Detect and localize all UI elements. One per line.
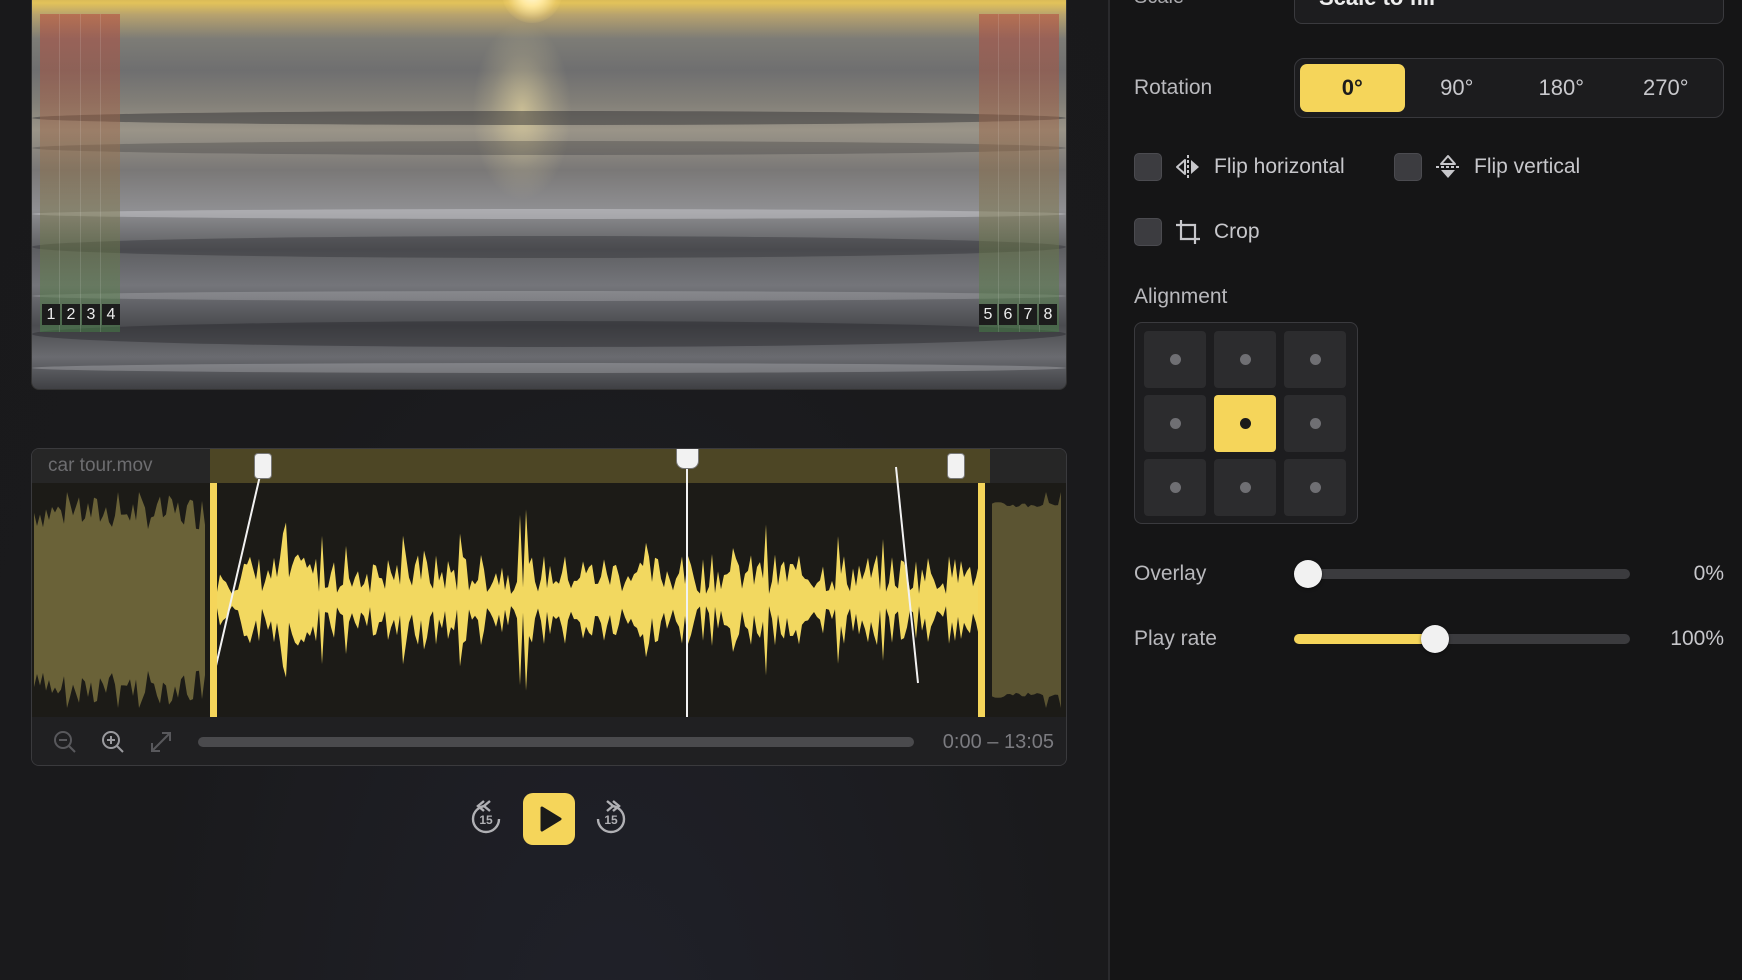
playhead-handle[interactable] [676,449,699,469]
crop-label: Crop [1214,220,1260,243]
overlay-slider[interactable] [1294,560,1630,588]
rotation-option-90[interactable]: 90° [1405,64,1510,112]
zone-number: 8 [1039,304,1057,325]
skip-back-button[interactable]: 15 [464,797,508,841]
wave [32,141,1066,155]
zone-number: 5 [979,304,997,325]
inspector-pane: Scale Scale to fill Rotation 0° 90° 180°… [1110,0,1742,980]
align-center[interactable] [1214,395,1276,452]
trim-end-bar[interactable] [978,483,985,717]
play-rate-slider-fill [1294,634,1436,644]
zoom-out-icon[interactable] [52,729,78,755]
overlay-label: Overlay [1134,562,1207,585]
waveform[interactable] [32,483,1066,717]
rotation-option-270[interactable]: 270° [1614,64,1719,112]
track-header: car tour.mov [32,449,1066,483]
in-point-handle[interactable] [254,453,272,479]
play-rate-slider-knob[interactable] [1421,625,1450,653]
play-icon [540,806,562,832]
skip-forward-button[interactable]: 15 [589,797,633,841]
timeline-footer: 0:00 – 13:05 [32,717,1066,765]
waveform-segment [217,509,982,691]
scale-label: Scale [1134,0,1184,9]
flip-horizontal-checkbox[interactable] [1134,153,1162,181]
zone-number: 6 [999,304,1017,325]
foam [32,291,1066,301]
align-middle-right[interactable] [1284,395,1346,452]
align-bottom-center[interactable] [1214,459,1276,516]
rotation-option-180[interactable]: 180° [1509,64,1614,112]
foam [32,363,1066,373]
flip-vertical-icon [1436,155,1460,178]
play-rate-value: 100% [1670,627,1724,650]
rotation-segmented-control: 0° 90° 180° 270° [1294,58,1724,118]
expand-icon[interactable] [148,729,174,755]
timeline[interactable]: car tour.mov 0:00 – 13:05 [31,448,1067,766]
crop-icon [1176,220,1200,244]
safe-zone-right [979,14,1059,332]
flip-horizontal-icon [1176,155,1199,179]
skip-back-icon: 15 [471,800,501,834]
timeline-scrollbar[interactable] [198,737,914,747]
editor-pane: 1 2 3 4 5 6 7 8 car tour.mov 0:00 – 13:0… [0,0,1109,980]
play-button[interactable] [523,793,575,845]
overlay-slider-knob[interactable] [1294,560,1322,588]
align-middle-left[interactable] [1144,395,1206,452]
zone-numbers-right: 5 6 7 8 [979,304,1057,325]
clip-name: car tour.mov [48,455,153,476]
zoom-in-icon[interactable] [100,729,126,755]
safe-zone-left [40,14,120,332]
rotation-option-0[interactable]: 0° [1300,64,1405,112]
align-top-center[interactable] [1214,331,1276,388]
waveform-segment [34,492,205,708]
skip-forward-icon: 15 [596,800,626,834]
flip-vertical-label: Flip vertical [1474,155,1581,178]
foam [32,209,1066,219]
zone-number: 2 [62,304,80,325]
flip-vertical-checkbox[interactable] [1394,153,1422,181]
align-bottom-right[interactable] [1284,459,1346,516]
align-top-left[interactable] [1144,331,1206,388]
play-rate-slider[interactable] [1294,625,1630,653]
overlay-value: 0% [1693,562,1724,585]
alignment-grid [1134,322,1358,524]
wave [32,321,1066,347]
out-point-handle[interactable] [947,453,965,479]
zone-number: 1 [42,304,60,325]
align-top-right[interactable] [1284,331,1346,388]
flip-horizontal-label: Flip horizontal [1214,155,1345,178]
trim-selection-band [210,449,990,483]
scale-select[interactable]: Scale to fill [1294,0,1724,24]
zone-number: 3 [82,304,100,325]
waveform-segment [992,492,1061,708]
zone-numbers-left: 1 2 3 4 [42,304,120,325]
waveform-graphic [34,492,1061,708]
trim-start-bar[interactable] [210,483,217,717]
time-range: 0:00 – 13:05 [942,731,1054,753]
zone-number: 4 [102,304,120,325]
skip-back-amount: 15 [479,813,493,827]
wave [32,236,1066,258]
play-rate-label: Play rate [1134,627,1217,650]
align-bottom-left[interactable] [1144,459,1206,516]
alignment-label: Alignment [1134,285,1228,308]
rotation-label: Rotation [1134,76,1213,99]
sun [502,0,562,23]
zone-number: 7 [1019,304,1037,325]
skip-forward-amount: 15 [604,813,618,827]
wave [32,111,1066,125]
crop-checkbox[interactable] [1134,218,1162,246]
video-preview[interactable]: 1 2 3 4 5 6 7 8 [31,0,1067,390]
